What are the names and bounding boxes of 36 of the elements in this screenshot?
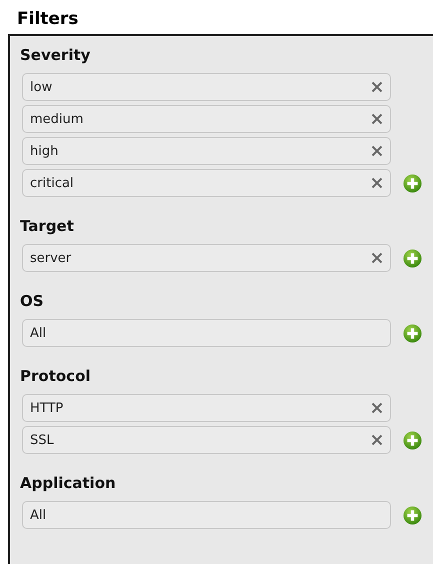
remove-icon[interactable]: [371, 81, 383, 93]
filter-field[interactable]: critical: [22, 169, 391, 197]
section-heading: OS: [20, 291, 44, 311]
remove-icon[interactable]: [371, 252, 383, 264]
filter-field[interactable]: low: [22, 73, 391, 101]
filter-value: high: [30, 144, 58, 158]
section-heading: Application: [20, 473, 116, 493]
add-icon[interactable]: [403, 506, 422, 524]
filter-value: HTTP: [30, 400, 64, 416]
remove-icon[interactable]: [371, 402, 383, 414]
section-heading: Target: [20, 216, 74, 236]
filter-value: medium: [30, 112, 84, 126]
filter-field[interactable]: HTTP: [22, 394, 391, 422]
filter-value: server: [30, 250, 72, 266]
add-icon[interactable]: [403, 174, 422, 192]
filter-value: low: [30, 80, 52, 94]
section-heading: Protocol: [20, 366, 91, 386]
filter-value: All: [30, 326, 46, 340]
remove-icon[interactable]: [371, 177, 383, 189]
remove-icon[interactable]: [371, 434, 383, 446]
filter-value: All: [30, 508, 46, 522]
filter-field[interactable]: medium: [22, 105, 391, 133]
filter-value: critical: [30, 176, 74, 190]
filter-field[interactable]: server: [22, 244, 391, 272]
section-heading: Severity: [20, 45, 90, 65]
filter-value: SSL: [30, 432, 54, 448]
panel-title: Filters: [17, 8, 78, 30]
add-icon[interactable]: [403, 430, 422, 450]
filter-field[interactable]: SSL: [22, 426, 391, 454]
filter-field[interactable]: All: [22, 501, 391, 529]
add-icon[interactable]: [403, 248, 422, 268]
remove-icon[interactable]: [371, 113, 383, 125]
filter-field[interactable]: All: [22, 319, 391, 347]
filter-field[interactable]: high: [22, 137, 391, 165]
add-icon[interactable]: [403, 324, 422, 342]
remove-icon[interactable]: [371, 145, 383, 157]
